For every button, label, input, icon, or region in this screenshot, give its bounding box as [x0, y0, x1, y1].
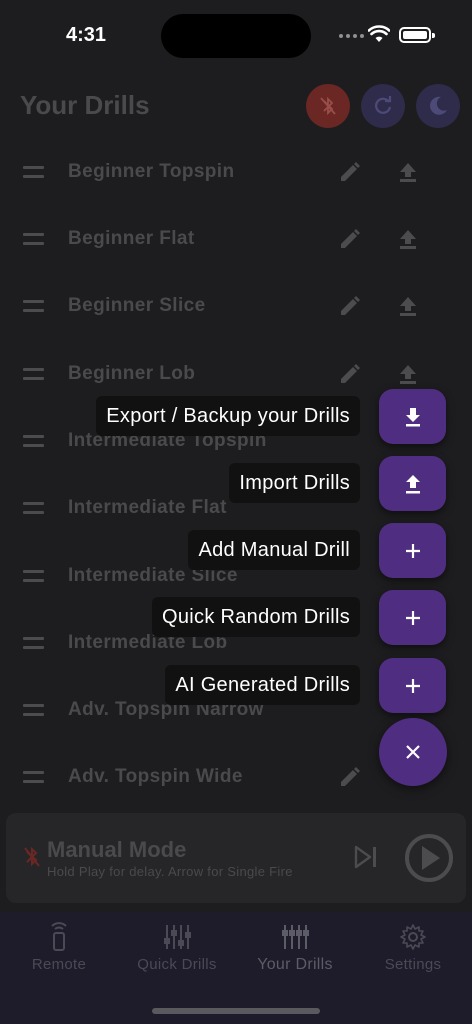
- quick-random-drills-label[interactable]: Quick Random Drills: [152, 597, 360, 637]
- import-drills-label[interactable]: Import Drills: [229, 463, 360, 503]
- home-indicator: [152, 1008, 320, 1014]
- manual-mode-title: Manual Mode: [47, 837, 187, 862]
- drill-row[interactable]: Beginner Slice: [0, 286, 472, 326]
- export-backup-label[interactable]: Export / Backup your Drills: [96, 396, 360, 436]
- drag-handle-icon[interactable]: [23, 435, 44, 447]
- plus-icon: [405, 543, 420, 558]
- drill-row[interactable]: Beginner Topspin: [0, 152, 472, 192]
- drill-name: Beginner Slice: [68, 295, 206, 316]
- remote-icon: [51, 922, 67, 951]
- close-speed-dial-button[interactable]: [379, 718, 447, 786]
- drill-row[interactable]: Beginner Lob: [0, 354, 472, 394]
- bluetooth-button[interactable]: [306, 84, 350, 128]
- drag-handle-icon[interactable]: [23, 637, 44, 649]
- page-title: Your Drills: [20, 90, 150, 120]
- manual-mode-card: Manual Mode Hold Play for delay. Arrow f…: [6, 813, 466, 903]
- tab-your-drills[interactable]: Your Drills: [245, 922, 345, 974]
- upload-icon: [405, 474, 420, 493]
- drag-handle-icon[interactable]: [23, 502, 44, 514]
- edit-icon[interactable]: [338, 362, 362, 386]
- tab-remote[interactable]: Remote: [9, 922, 109, 973]
- gear-icon: [400, 924, 426, 950]
- drill-row[interactable]: Beginner Flat: [0, 219, 472, 259]
- drag-handle-icon[interactable]: [23, 233, 44, 245]
- play-button[interactable]: [404, 833, 454, 883]
- drill-name: Beginner Lob: [68, 363, 196, 384]
- drag-handle-icon[interactable]: [23, 166, 44, 178]
- drag-handle-icon[interactable]: [23, 300, 44, 312]
- download-icon: [405, 407, 420, 426]
- wifi-icon: [368, 25, 390, 42]
- dark-mode-button[interactable]: [416, 84, 460, 128]
- manual-mode-subtitle: Hold Play for delay. Arrow for Single Fi…: [47, 864, 293, 879]
- bluetooth-off-icon: [24, 846, 40, 867]
- drag-handle-icon[interactable]: [23, 368, 44, 380]
- bluetooth-off-icon: [320, 96, 336, 116]
- drill-name: Intermediate Flat: [68, 497, 227, 518]
- tab-quick-drills-label: Quick Drills: [137, 956, 217, 973]
- ai-generated-drills-label[interactable]: AI Generated Drills: [165, 665, 360, 705]
- battery-icon: [399, 27, 435, 43]
- quick-random-drills-button[interactable]: [379, 590, 446, 645]
- tab-quick-drills[interactable]: Quick Drills: [127, 922, 227, 973]
- tab-your-drills-label: Your Drills: [257, 956, 333, 973]
- refresh-icon: [375, 96, 392, 114]
- cellular-signal-icon: [339, 34, 364, 38]
- ai-generated-drills-button[interactable]: [379, 658, 446, 713]
- upload-icon[interactable]: [396, 160, 420, 184]
- sliders-icon: [282, 925, 309, 949]
- plus-icon: [405, 678, 420, 693]
- export-backup-button[interactable]: [379, 389, 446, 444]
- add-manual-drill-label[interactable]: Add Manual Drill: [188, 530, 360, 570]
- plus-icon: [405, 610, 420, 625]
- edit-icon[interactable]: [338, 227, 362, 251]
- close-icon: [406, 745, 420, 759]
- edit-icon[interactable]: [338, 160, 362, 184]
- tab-settings[interactable]: Settings: [363, 922, 463, 973]
- status-time: 4:31: [66, 24, 107, 46]
- dynamic-island: [161, 14, 311, 58]
- upload-icon[interactable]: [396, 227, 420, 251]
- upload-icon[interactable]: [396, 362, 420, 386]
- status-bar: 4:31: [0, 0, 472, 70]
- moon-icon: [430, 96, 447, 115]
- drill-name: Beginner Topspin: [68, 161, 235, 182]
- drag-handle-icon[interactable]: [23, 570, 44, 582]
- drill-name: Beginner Flat: [68, 228, 195, 249]
- edit-icon[interactable]: [338, 294, 362, 318]
- drag-handle-icon[interactable]: [23, 771, 44, 783]
- drill-name: Adv. Topspin Wide: [68, 766, 243, 787]
- sliders-icon: [164, 925, 191, 949]
- upload-icon[interactable]: [396, 294, 420, 318]
- add-manual-drill-button[interactable]: [379, 523, 446, 578]
- edit-icon[interactable]: [338, 765, 362, 789]
- skip-forward-icon[interactable]: [352, 843, 380, 871]
- drag-handle-icon[interactable]: [23, 704, 44, 716]
- tab-remote-label: Remote: [31, 956, 87, 973]
- tab-settings-label: Settings: [384, 956, 442, 973]
- import-drills-button[interactable]: [379, 456, 446, 511]
- refresh-button[interactable]: [361, 84, 405, 128]
